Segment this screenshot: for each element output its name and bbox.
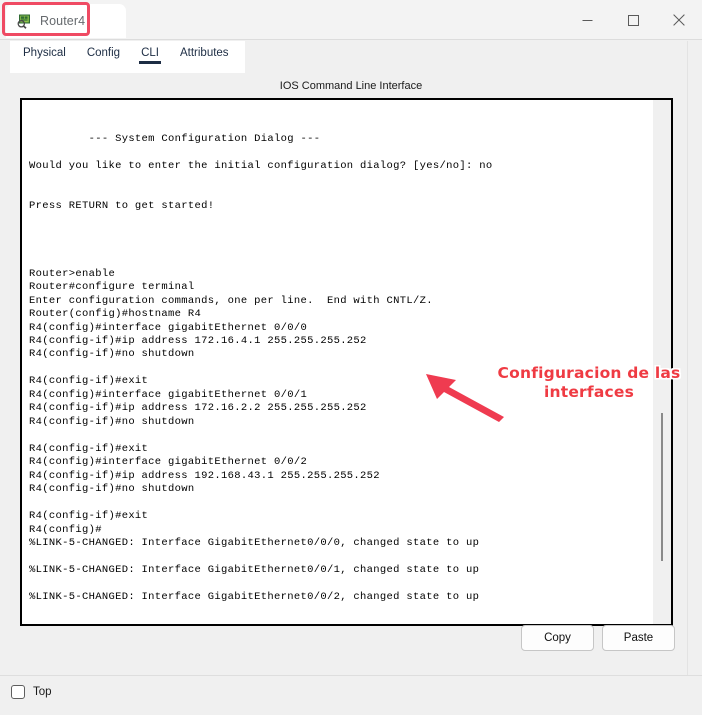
copy-button[interactable]: Copy xyxy=(521,625,594,651)
top-checkbox-label: Top xyxy=(33,686,52,698)
window-title: Router4 xyxy=(40,14,86,28)
terminal-scrollbar-thumb[interactable] xyxy=(661,413,663,561)
window-controls xyxy=(564,0,702,40)
minimize-icon[interactable] xyxy=(564,0,610,40)
window-tab-router4[interactable]: Router4 xyxy=(6,4,126,38)
tab-physical[interactable]: Physical xyxy=(23,41,66,59)
tab-config[interactable]: Config xyxy=(87,41,120,59)
footer-bar: Top xyxy=(0,675,702,715)
maximize-icon[interactable] xyxy=(610,0,656,40)
panel-header-title: IOS Command Line Interface xyxy=(279,80,423,92)
top-checkbox-row[interactable]: Top xyxy=(11,685,52,699)
tab-attributes[interactable]: Attributes xyxy=(180,41,229,59)
cli-terminal[interactable]: --- System Configuration Dialog --- Woul… xyxy=(20,98,673,626)
terminal-scrollbar[interactable] xyxy=(653,100,671,624)
tab-cli[interactable]: CLI xyxy=(139,41,161,64)
router-device-icon xyxy=(16,13,32,29)
paste-button[interactable]: Paste xyxy=(602,625,675,651)
dialog-scrollbar[interactable] xyxy=(687,41,702,676)
cli-device-window: Router4 Physical Config CLI Attributes I… xyxy=(0,0,702,715)
title-bar: Router4 xyxy=(0,0,702,40)
tab-bar: Physical Config CLI Attributes xyxy=(0,41,702,73)
terminal-output: --- System Configuration Dialog --- Woul… xyxy=(29,132,493,603)
top-checkbox[interactable] xyxy=(11,685,25,699)
close-icon[interactable] xyxy=(656,0,702,40)
